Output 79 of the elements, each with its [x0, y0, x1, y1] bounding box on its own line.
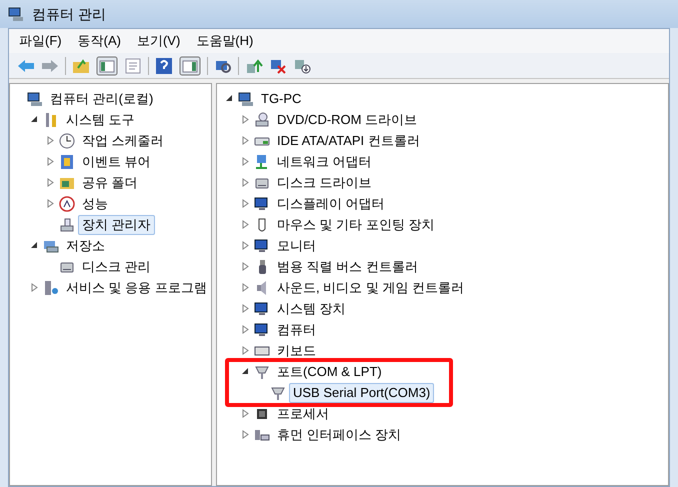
tree-item[interactable]: 범용 직렬 버스 컨트롤러: [273, 256, 422, 276]
serial-port-icon: [254, 364, 270, 380]
menu-item[interactable]: 도움말(H): [190, 29, 260, 53]
menu-item[interactable]: 파일(F): [13, 29, 68, 53]
tree-item[interactable]: USB Serial Port(COM3): [289, 382, 434, 402]
tree-item[interactable]: DVD/CD-ROM 드라이브: [273, 110, 422, 130]
menu-item[interactable]: 동작(A): [72, 29, 127, 53]
expand-arrow-icon[interactable]: [240, 199, 250, 208]
tree-item[interactable]: 저장소: [62, 236, 109, 256]
tree-item[interactable]: 시스템 도구: [62, 110, 139, 130]
properties-icon[interactable]: [124, 56, 142, 74]
monitor-icon: [254, 322, 270, 338]
expand-arrow-icon[interactable]: [30, 283, 38, 292]
tree-item[interactable]: 장치 관리자: [78, 214, 155, 234]
clock-icon: [59, 132, 75, 148]
tree-item[interactable]: 모니터: [273, 236, 320, 256]
back-arrow-icon[interactable]: [17, 58, 35, 72]
tree-item[interactable]: TG-PC: [257, 88, 306, 108]
tree-item[interactable]: 시스템 장치: [273, 298, 350, 318]
network-icon: [254, 154, 270, 170]
tree-item[interactable]: 서비스 및 응용 프로그램: [62, 278, 211, 298]
expand-arrow-icon[interactable]: [46, 199, 54, 208]
collapse-arrow-icon[interactable]: [224, 94, 234, 103]
tree-item[interactable]: 포트(COM & LPT): [273, 362, 386, 382]
collapse-arrow-icon[interactable]: [30, 115, 38, 124]
tree-item[interactable]: 컴퓨터 관리(로컬): [46, 88, 158, 108]
tree-item[interactable]: 마우스 및 기타 포인팅 장치: [273, 214, 438, 234]
expand-arrow-icon[interactable]: [240, 136, 250, 145]
tree-item[interactable]: 이벤트 뷰어: [78, 152, 155, 172]
computer-icon: [238, 90, 254, 106]
gauge-icon: [59, 196, 75, 212]
monitor-icon: [254, 300, 270, 316]
expand-arrow-icon[interactable]: [46, 178, 54, 187]
tree-item[interactable]: 디스크 드라이브: [273, 172, 376, 192]
tree-item[interactable]: 네트워크 어댑터: [273, 152, 376, 172]
collapse-arrow-icon[interactable]: [240, 367, 250, 376]
menu-item[interactable]: 보기(V): [130, 29, 186, 53]
disable-device-icon[interactable]: [293, 58, 311, 74]
expand-arrow-icon[interactable]: [240, 409, 250, 418]
tree-item[interactable]: IDE ATA/ATAPI 컨트롤러: [273, 130, 424, 150]
expand-arrow-icon[interactable]: [46, 136, 54, 145]
expand-arrow-icon[interactable]: [240, 262, 250, 271]
pane-toggle-icon[interactable]: [96, 56, 118, 76]
forward-arrow-icon[interactable]: [41, 58, 59, 72]
update-driver-icon[interactable]: [245, 58, 263, 74]
folder-up-icon[interactable]: [72, 58, 90, 74]
help-icon[interactable]: [155, 56, 173, 74]
collapse-arrow-icon[interactable]: [30, 241, 38, 250]
expand-arrow-icon[interactable]: [240, 304, 250, 313]
expand-arrow-icon[interactable]: [240, 325, 250, 334]
uninstall-icon[interactable]: [269, 58, 287, 74]
expand-arrow-icon[interactable]: [240, 241, 250, 250]
tree-item[interactable]: 성능: [78, 194, 112, 214]
tree-item[interactable]: 프로세서: [273, 404, 333, 424]
tree-item[interactable]: 디스크 관리: [78, 258, 155, 276]
expand-arrow-icon[interactable]: [240, 220, 250, 229]
expand-arrow-icon[interactable]: [240, 430, 250, 439]
tree-item[interactable]: 디스플레이 어댑터: [273, 194, 389, 214]
optical-drive-icon: [254, 112, 270, 128]
monitor-icon: [254, 238, 270, 254]
tree-item[interactable]: 컴퓨터: [273, 320, 320, 340]
monitor-icon: [254, 196, 270, 212]
tree-item[interactable]: 사운드, 비디오 및 게임 컨트롤러: [273, 278, 468, 298]
tree-item[interactable]: 공유 폴더: [78, 172, 142, 192]
expand-arrow-icon[interactable]: [240, 178, 250, 187]
tree-item[interactable]: 키보드: [273, 340, 320, 360]
expand-arrow-icon[interactable]: [240, 346, 250, 355]
expand-arrow-icon[interactable]: [46, 157, 54, 166]
printer-icon: [59, 216, 75, 232]
computer-icon: [8, 6, 24, 22]
expand-arrow-icon[interactable]: [240, 157, 250, 166]
window-title: 컴퓨터 관리: [32, 4, 106, 24]
pane-toggle-icon[interactable]: [179, 56, 201, 76]
tree-item[interactable]: 작업 스케줄러: [78, 130, 168, 150]
computer-icon: [27, 90, 43, 106]
expand-arrow-icon[interactable]: [240, 115, 250, 124]
serial-port-icon: [270, 384, 286, 400]
expand-arrow-icon[interactable]: [240, 283, 250, 292]
tree-item[interactable]: 휴먼 인터페이스 장치: [273, 424, 406, 444]
